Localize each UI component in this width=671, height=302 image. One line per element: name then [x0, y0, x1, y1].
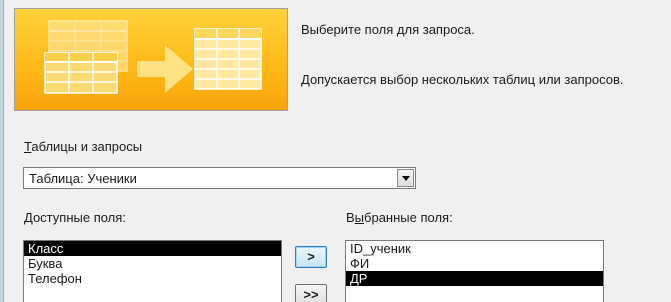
tables-queries-label: Таблицы и запросы [24, 139, 142, 154]
selected-field-item[interactable]: ДР [346, 271, 603, 286]
selected-fields-label-text: бранные поля: [364, 210, 453, 225]
wizard-illustration [14, 8, 288, 111]
available-field-item[interactable]: Класс [24, 241, 281, 256]
wizard-heading: Выберите поля для запроса. [301, 22, 475, 37]
table-query-select-value: Таблица: Ученики [29, 171, 137, 186]
tables-queries-label-text: аблицы и запросы [31, 139, 143, 154]
window-edge [0, 0, 4, 302]
add-all-fields-button[interactable]: >> [295, 284, 327, 302]
available-fields-label-text: оступные поля: [32, 210, 126, 225]
chevron-down-icon [402, 176, 410, 181]
available-fields-list[interactable]: Класс Буква Телефон [23, 240, 282, 302]
tables-to-query-icon [44, 20, 262, 94]
selected-fields-label-pre: В [346, 210, 355, 225]
available-field-item[interactable]: Телефон [24, 271, 281, 286]
table-query-select[interactable]: Таблица: Ученики [23, 167, 416, 189]
selected-fields-label-accesskey: ы [354, 210, 365, 225]
table-query-dropdown-button[interactable] [397, 169, 414, 187]
available-field-item[interactable]: Буква [24, 256, 281, 271]
selected-field-item[interactable]: ID_ученик [346, 241, 603, 256]
simple-query-wizard: Выберите поля для запроса. Допускается в… [0, 0, 671, 302]
selected-fields-list[interactable]: ID_ученик ФИ ДР [345, 240, 604, 302]
selected-field-item[interactable]: ФИ [346, 256, 603, 271]
available-fields-label-accesskey: Д [24, 210, 33, 225]
add-field-button[interactable]: > [295, 246, 327, 268]
wizard-subheading: Допускается выбор нескольких таблиц или … [301, 72, 624, 87]
selected-fields-label: Выбранные поля: [346, 210, 453, 225]
available-fields-label: Доступные поля: [24, 210, 126, 225]
